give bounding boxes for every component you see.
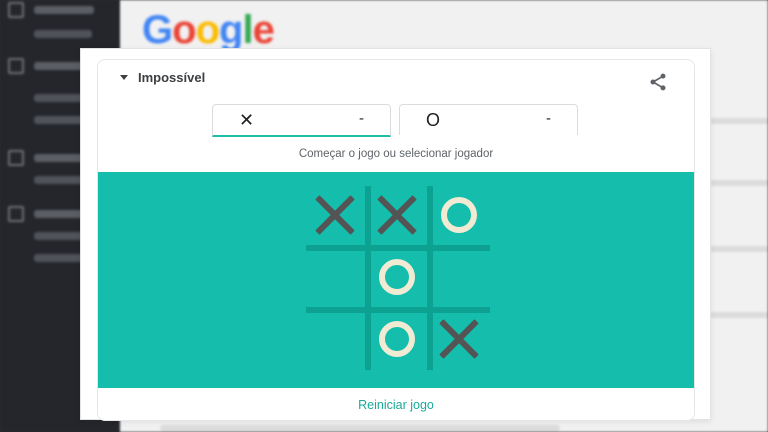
dropdown-caret-icon[interactable] bbox=[120, 75, 128, 80]
player-selector: ✕ - O - bbox=[212, 104, 578, 137]
background-sidebar-item bbox=[8, 2, 94, 18]
logo-letter: g bbox=[219, 8, 243, 52]
tic-tac-toe-widget: Impossível ✕ - O - Começar o jogo ou sel… bbox=[97, 59, 695, 421]
board-grid bbox=[306, 186, 490, 370]
logo-letter: o bbox=[195, 8, 220, 52]
x-mark-cell[interactable] bbox=[306, 186, 364, 244]
player-x-symbol: ✕ bbox=[239, 110, 255, 130]
background-bar bbox=[710, 180, 768, 186]
player-o-score: - bbox=[546, 110, 551, 127]
background-bar bbox=[710, 118, 768, 124]
empty-cell[interactable] bbox=[306, 310, 364, 368]
game-board bbox=[98, 172, 694, 388]
background-bar bbox=[160, 425, 560, 431]
x-mark-cell[interactable] bbox=[368, 186, 426, 244]
empty-cell[interactable] bbox=[306, 248, 364, 306]
player-x-button[interactable]: ✕ - bbox=[212, 104, 391, 137]
widget-header: Impossível bbox=[98, 60, 694, 98]
difficulty-selector[interactable]: Impossível bbox=[138, 70, 205, 85]
logo-letter: G bbox=[142, 8, 173, 52]
player-o-symbol: O bbox=[426, 110, 441, 130]
logo-letter: l bbox=[242, 8, 253, 52]
player-o-button[interactable]: O - bbox=[399, 104, 578, 135]
game-status-text: Começar o jogo ou selecionar jogador bbox=[298, 148, 494, 160]
player-x-score: - bbox=[359, 110, 364, 127]
restart-game-button[interactable]: Reiniciar jogo bbox=[98, 398, 694, 412]
logo-letter: o bbox=[172, 8, 196, 52]
share-icon[interactable] bbox=[648, 72, 668, 92]
background-bar bbox=[710, 312, 768, 318]
logo-letter: e bbox=[252, 8, 275, 52]
o-mark-cell[interactable] bbox=[368, 248, 426, 306]
background-bar bbox=[710, 246, 768, 252]
google-logo: Google bbox=[142, 8, 275, 53]
x-mark-cell[interactable] bbox=[430, 310, 488, 368]
game-card: Impossível ✕ - O - Começar o jogo ou sel… bbox=[80, 48, 711, 421]
o-mark-cell[interactable] bbox=[430, 186, 488, 244]
background-sidebar-subitem bbox=[34, 30, 92, 38]
empty-cell[interactable] bbox=[430, 248, 488, 306]
o-mark-cell[interactable] bbox=[368, 310, 426, 368]
